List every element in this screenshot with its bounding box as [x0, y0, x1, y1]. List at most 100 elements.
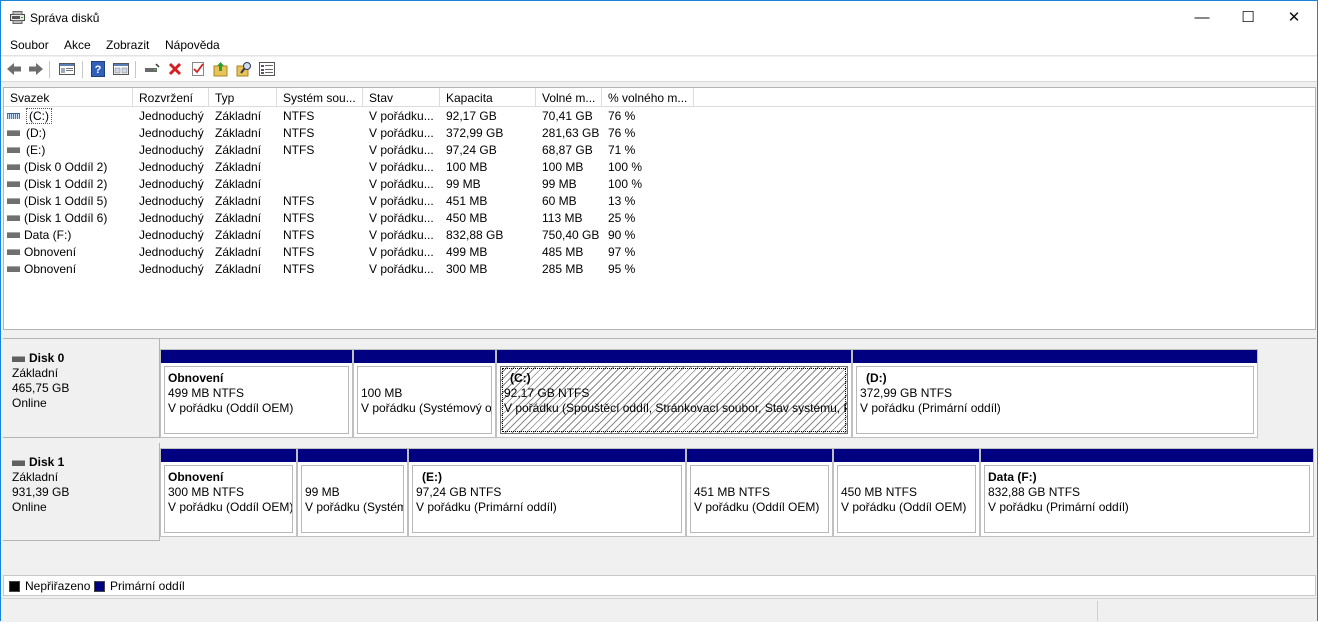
volume-name: (Disk 0 Oddíl 2)	[24, 160, 108, 174]
menu-help[interactable]: Nápověda	[165, 38, 220, 52]
partition-type-bar	[354, 350, 495, 363]
column-header-capacity[interactable]: Kapacita	[440, 88, 536, 107]
volume-type: Základní	[215, 245, 262, 259]
volume-layout: Jednoduchý	[139, 194, 204, 208]
partition-block[interactable]: 451 MB NTFS V pořádku (Oddíl OEM)	[686, 448, 833, 537]
partition-type-bar	[298, 449, 407, 462]
delete-icon[interactable]	[166, 60, 184, 78]
legend-swatch-unallocated	[9, 580, 20, 592]
volume-free-space: 99 MB	[542, 177, 577, 191]
disk-0-label[interactable]: Disk 0 Základní 465,75 GB Online	[3, 339, 160, 438]
volume-row[interactable]: (D:) Jednoduchý Základní NTFS V pořádku.…	[4, 125, 1315, 142]
partition-title: Data (F:)	[988, 470, 1037, 484]
column-header-volume[interactable]: Svazek	[4, 88, 133, 107]
disk-1-label[interactable]: Disk 1 Základní 931,39 GB Online	[3, 443, 160, 541]
volume-free-space: 281,63 GB	[542, 126, 600, 140]
close-icon: ✕	[1287, 9, 1301, 26]
volume-layout: Jednoduchý	[139, 126, 204, 140]
volume-icon	[7, 113, 20, 119]
volume-row[interactable]: Obnovení Jednoduchý Základní NTFS V pořá…	[4, 244, 1315, 261]
partition-size: 451 MB NTFS	[694, 485, 771, 499]
partition-title: (C:)	[510, 371, 531, 385]
volume-filesystem: NTFS	[283, 194, 315, 208]
volume-capacity: 97,24 GB	[446, 143, 497, 157]
search-folder-icon[interactable]	[235, 60, 253, 78]
volume-layout: Jednoduchý	[139, 245, 204, 259]
toolbar-separator	[135, 61, 136, 78]
volume-free-space: 750,40 GB	[542, 228, 600, 242]
volume-capacity: 450 MB	[446, 211, 488, 225]
column-header-percent-free[interactable]: % volného m...	[602, 88, 694, 107]
partition-block[interactable]: Data (F:) 832,88 GB NTFS V pořádku (Prim…	[980, 448, 1314, 537]
disk-icon	[12, 459, 25, 466]
partition-block[interactable]: Obnovení 300 MB NTFS V pořádku (Oddíl OE…	[160, 448, 297, 537]
partition-block[interactable]: 450 MB NTFS V pořádku (Oddíl OEM)	[833, 448, 980, 537]
volume-icon	[7, 181, 20, 187]
menu-action[interactable]: Akce	[64, 38, 91, 52]
partition-size: 92,17 GB NTFS	[504, 386, 590, 400]
menu-file[interactable]: Soubor	[10, 38, 49, 52]
volume-filesystem: NTFS	[283, 143, 315, 157]
partition-block[interactable]: (D:) 372,99 GB NTFS V pořádku (Primární …	[852, 349, 1258, 438]
column-header-type[interactable]: Typ	[209, 88, 277, 107]
volume-name: Obnovení	[24, 262, 77, 276]
volume-filesystem: NTFS	[283, 109, 315, 123]
volume-name: (C:)	[26, 108, 52, 124]
disk-state: Online	[12, 500, 47, 514]
partition-block[interactable]: 100 MB V pořádku (Systémový o	[353, 349, 496, 438]
partition-block-selected[interactable]: (C:) 92,17 GB NTFS V pořádku (Spouštěcí …	[496, 349, 852, 438]
disk-1-partitions: Obnovení 300 MB NTFS V pořádku (Oddíl OE…	[160, 448, 1314, 537]
list-view-icon[interactable]	[258, 60, 276, 78]
properties-pane-icon[interactable]	[58, 60, 76, 78]
volume-row[interactable]: (Disk 1 Oddíl 6) Jednoduchý Základní NTF…	[4, 210, 1315, 227]
volume-row[interactable]: (Disk 1 Oddíl 5) Jednoduchý Základní NTF…	[4, 193, 1315, 210]
toolbar-separator	[49, 61, 50, 78]
volume-name: Obnovení	[24, 245, 77, 259]
maximize-button[interactable]: ☐	[1225, 1, 1271, 33]
volume-icon	[7, 164, 20, 170]
volume-free-space: 485 MB	[542, 245, 584, 259]
partition-type-bar	[981, 449, 1313, 462]
volume-icon	[7, 130, 20, 136]
volume-percent-free: 100 %	[608, 177, 643, 191]
minimize-button[interactable]: —	[1179, 1, 1225, 33]
column-header-free-space[interactable]: Volné m...	[536, 88, 602, 107]
partition-block[interactable]: Obnovení 499 MB NTFS V pořádku (Oddíl OE…	[160, 349, 353, 438]
volume-icon	[7, 198, 20, 204]
volume-layout: Jednoduchý	[139, 211, 204, 225]
back-arrow-icon[interactable]	[5, 60, 23, 78]
volume-capacity: 99 MB	[446, 177, 481, 191]
partition-title: (E:)	[422, 470, 442, 484]
volume-status: V pořádku...	[369, 262, 434, 276]
console-tree-icon[interactable]	[112, 60, 130, 78]
connect-disk-icon[interactable]	[143, 60, 161, 78]
column-header-filesystem[interactable]: Systém sou...	[277, 88, 363, 107]
volume-free-space: 68,87 GB	[542, 143, 593, 157]
volume-row[interactable]: (Disk 0 Oddíl 2) Jednoduchý Základní V p…	[4, 159, 1315, 176]
volume-capacity: 372,99 GB	[446, 126, 504, 140]
volume-free-space: 113 MB	[542, 211, 583, 225]
up-folder-icon[interactable]	[212, 60, 230, 78]
volume-row[interactable]: (E:) Jednoduchý Základní NTFS V pořádku.…	[4, 142, 1315, 159]
partition-title: (D:)	[866, 371, 887, 385]
help-icon[interactable]: ?	[89, 60, 107, 78]
checklist-icon[interactable]	[189, 60, 207, 78]
partition-block[interactable]: 99 MB V pořádku (Systém	[297, 448, 408, 537]
partition-status: V pořádku (Primární oddíl)	[988, 500, 1129, 514]
volume-row[interactable]: Obnovení Jednoduchý Základní NTFS V pořá…	[4, 261, 1315, 278]
menu-view[interactable]: Zobrazit	[106, 38, 149, 52]
volume-free-space: 100 MB	[542, 160, 584, 174]
volume-row[interactable]: (C:) Jednoduchý Základní NTFS V pořádku.…	[4, 108, 1315, 125]
forward-arrow-icon[interactable]	[27, 60, 45, 78]
partition-status: V pořádku (Oddíl OEM)	[841, 500, 967, 514]
partition-status: V pořádku (Primární oddíl)	[860, 401, 1001, 415]
partition-size: 99 MB	[305, 485, 340, 499]
volume-row[interactable]: Data (F:) Jednoduchý Základní NTFS V poř…	[4, 227, 1315, 244]
partition-size: 300 MB NTFS	[168, 485, 245, 499]
partition-block[interactable]: (E:) 97,24 GB NTFS V pořádku (Primární o…	[408, 448, 686, 537]
column-header-status[interactable]: Stav	[363, 88, 440, 107]
volume-row[interactable]: (Disk 1 Oddíl 2) Jednoduchý Základní V p…	[4, 176, 1315, 193]
column-header-layout[interactable]: Rozvržení	[133, 88, 209, 107]
volume-filesystem: NTFS	[283, 245, 315, 259]
close-button[interactable]: ✕	[1271, 1, 1317, 33]
